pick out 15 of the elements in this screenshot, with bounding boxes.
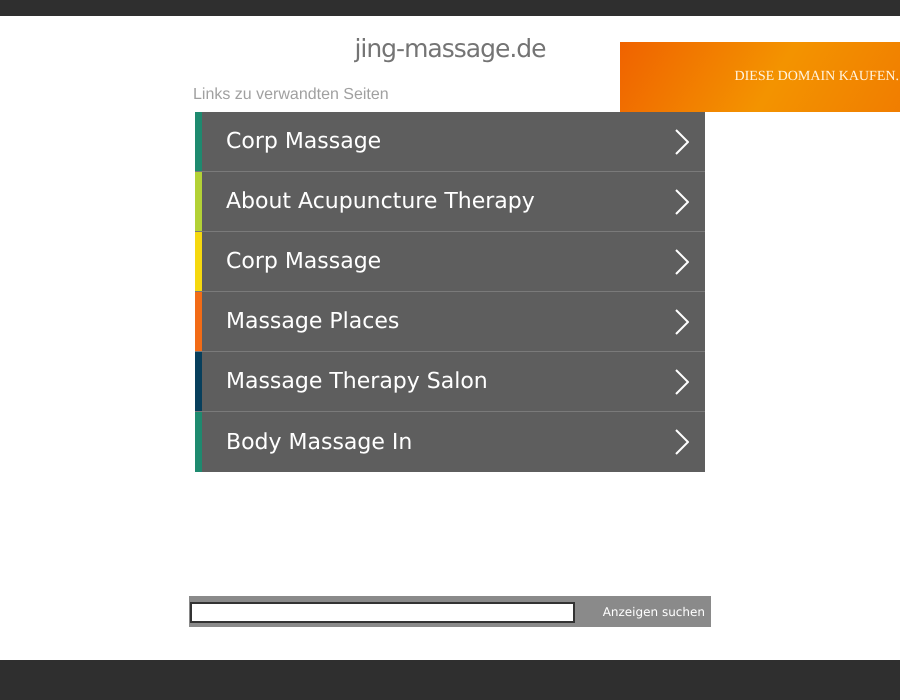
domain-title: jing-massage.de	[354, 34, 546, 64]
related-link[interactable]: Body Massage In	[195, 412, 705, 472]
related-link[interactable]: Massage Places	[195, 292, 705, 352]
chevron-right-icon	[675, 368, 689, 394]
chevron-right-icon	[675, 429, 689, 455]
chevron-right-icon	[675, 188, 689, 214]
search-field[interactable]	[190, 602, 575, 622]
related-links-heading: Links zu verwandten Seiten	[193, 85, 389, 105]
related-link[interactable]: Corp Massage	[195, 232, 705, 292]
related-link[interactable]: Massage Therapy Salon	[195, 352, 705, 412]
chevron-right-icon	[675, 128, 689, 154]
chevron-right-icon	[675, 248, 689, 274]
related-link[interactable]: Corp Massage	[195, 112, 705, 172]
chevron-right-icon	[675, 308, 689, 334]
related-link[interactable]: About Acupuncture Therapy	[195, 172, 705, 232]
